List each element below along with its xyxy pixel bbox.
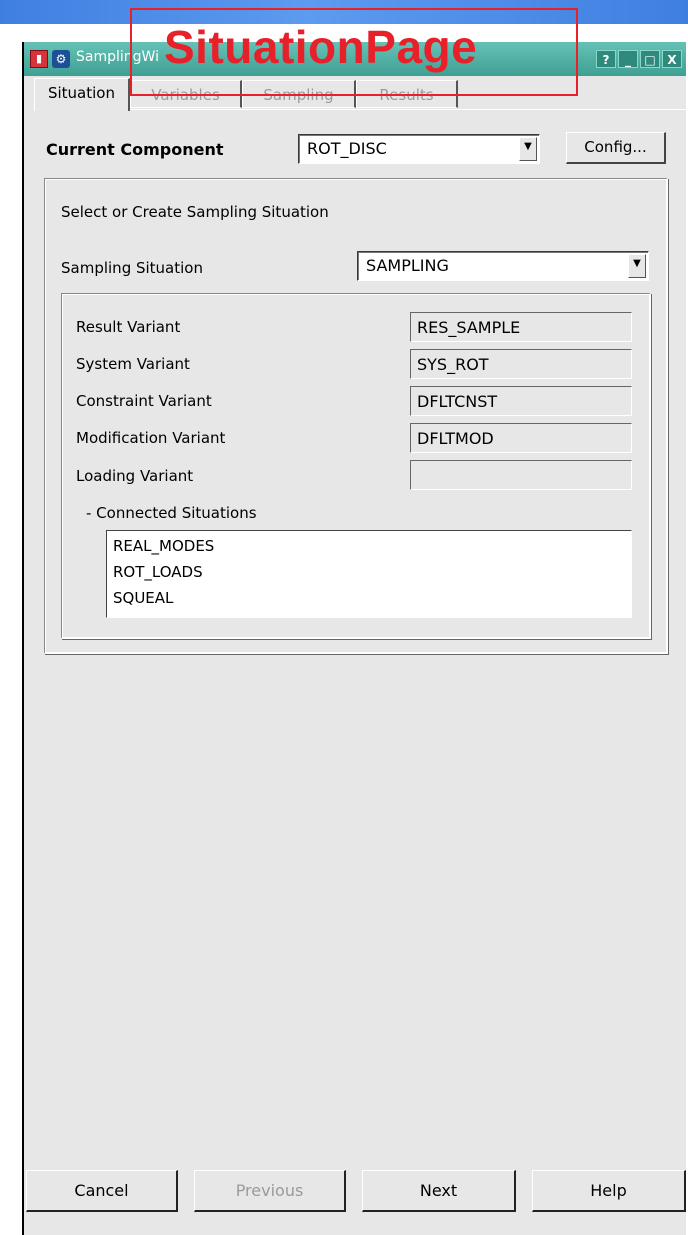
loading-variant-field (410, 460, 632, 490)
previous-button[interactable]: Previous (194, 1170, 346, 1212)
modification-variant-field: DFLTMOD (410, 423, 632, 453)
sampling-situation-label: Sampling Situation (61, 259, 203, 277)
next-button[interactable]: Next (362, 1170, 516, 1212)
minimize-icon[interactable]: _ (618, 50, 638, 68)
result-variant-field: RES_SAMPLE (410, 312, 632, 342)
constraint-variant-field: DFLTCNST (410, 386, 632, 416)
sampling-situation-select[interactable]: SAMPLING ▼ (357, 251, 649, 281)
annotation-label: SituationPage (164, 21, 478, 73)
current-component-label: Current Component (46, 140, 224, 159)
situation-page-annotation: SituationPage (130, 8, 578, 96)
variants-group: Result Variant RES_SAMPLE System Variant… (61, 293, 651, 639)
system-variant-label: System Variant (76, 355, 190, 373)
list-item[interactable]: REAL_MODES (113, 537, 214, 555)
result-variant-label: Result Variant (76, 318, 181, 336)
group-heading: Select or Create Sampling Situation (61, 203, 329, 221)
help-title-icon[interactable]: ? (596, 50, 616, 68)
list-item[interactable]: SQUEAL (113, 589, 173, 607)
maximize-icon[interactable]: □ (640, 50, 660, 68)
tab-situation[interactable]: Situation (34, 78, 130, 111)
connected-situations-label[interactable]: - Connected Situations (86, 504, 257, 522)
system-menu-icon[interactable]: ⚙ (52, 50, 70, 68)
current-component-select[interactable]: ROT_DISC ▼ (298, 134, 540, 164)
chevron-down-icon[interactable]: ▼ (628, 254, 646, 278)
cancel-button[interactable]: Cancel (26, 1170, 178, 1212)
constraint-variant-label: Constraint Variant (76, 392, 212, 410)
modification-variant-label: Modification Variant (76, 429, 226, 447)
connected-situations-list[interactable]: REAL_MODES ROT_LOADS SQUEAL (106, 530, 632, 618)
current-component-value: ROT_DISC (307, 139, 387, 158)
loading-variant-label: Loading Variant (76, 467, 194, 485)
sampling-wizard-window: ▮ ⚙ SamplingWi ? _ □ X Situation Variabl… (22, 42, 686, 1235)
app-icon[interactable]: ▮ (30, 50, 48, 68)
help-button[interactable]: Help (532, 1170, 686, 1212)
chevron-down-icon[interactable]: ▼ (519, 137, 537, 161)
config-button[interactable]: Config... (566, 132, 666, 164)
close-icon[interactable]: X (662, 50, 682, 68)
system-variant-field: SYS_ROT (410, 349, 632, 379)
sampling-situation-group: Select or Create Sampling Situation Samp… (44, 178, 668, 654)
tab-divider (130, 109, 686, 110)
list-item[interactable]: ROT_LOADS (113, 563, 203, 581)
sampling-situation-value: SAMPLING (366, 256, 449, 275)
